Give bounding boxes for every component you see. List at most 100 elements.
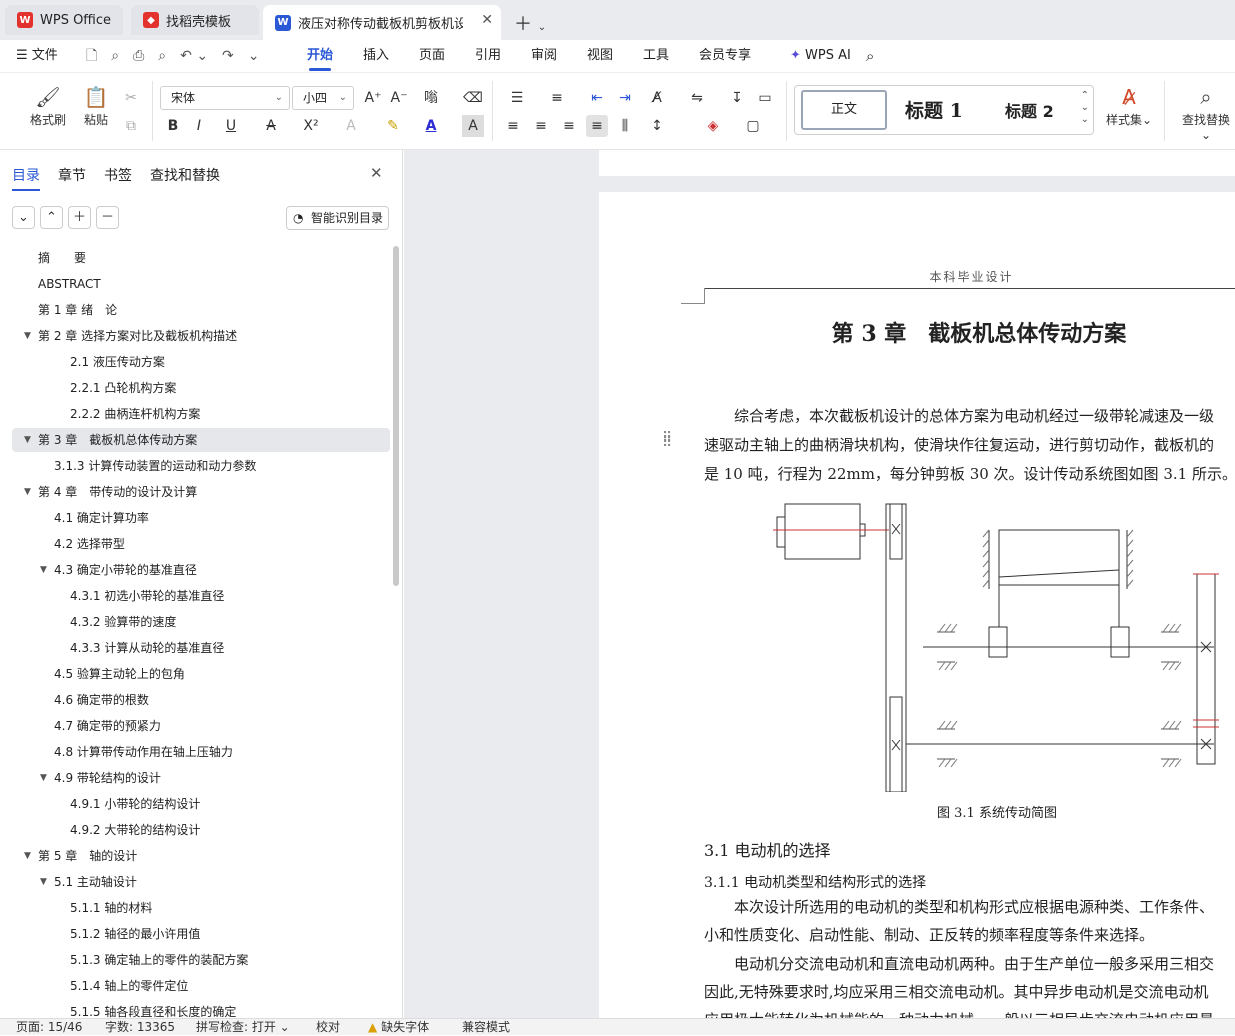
toc-item[interactable]: 2.2.2 曲柄连杆机构方案 [12,402,390,426]
toc-item[interactable]: ▼ 第 3 章 截板机总体传动方案 [12,428,390,452]
toc-item[interactable]: ▼ 第 5 章 轴的设计 [12,844,390,868]
menu-page[interactable]: 页面 [419,40,445,72]
numbered-list-icon[interactable]: ≡ [546,87,568,109]
word-count[interactable]: 字数: 13365 [105,1019,175,1036]
superscript-icon[interactable]: X² [300,115,322,137]
char-shading-icon[interactable]: A [462,115,484,137]
panel-tab-toc[interactable]: 目录 [12,165,40,191]
search-icon[interactable]: ⌕ [866,40,874,72]
toc-item[interactable]: 4.3.2 验算带的速度 [12,610,390,634]
toc-item[interactable]: ABSTRACT [12,272,390,296]
proofread[interactable]: 校对 [316,1019,340,1036]
paragraph-line[interactable]: 是 10 吨，行程为 22mm，每分钟剪板 30 次。设计传动系统图如图 3.1… [704,460,1235,489]
show-marks-icon[interactable]: ▭ [754,87,776,109]
menu-review[interactable]: 审阅 [531,40,557,72]
style-heading2[interactable]: 标题 2 [1005,98,1054,122]
toc-item[interactable]: 4.8 计算带传动作用在轴上压轴力 [12,740,390,764]
text-direction-icon[interactable]: ⇋ [686,87,708,109]
text-effect-icon[interactable]: A [340,115,362,137]
format-painter-button[interactable]: 🖌 格式刷 [28,83,68,128]
toc-item[interactable]: 4.3.3 计算从动轮的基准直径 [12,636,390,660]
menu-references[interactable]: 引用 [475,40,501,72]
toc-item[interactable]: ▼ 第 4 章 带传动的设计及计算 [12,480,390,504]
paragraph-line[interactable]: 电动机分交流电动机和直流电动机两种。由于生产单位一般多采用三相交 [704,950,1235,979]
toc-item[interactable]: 4.7 确定带的预紧力 [12,714,390,738]
expand-triangle-icon[interactable]: ▼ [40,870,47,894]
style-normal[interactable]: 正文 [801,90,887,130]
tab-current-document[interactable]: W 液压对称传动截板机剪板机设计 ✕ [263,5,501,40]
panel-tab-bookmarks[interactable]: 书签 [104,165,132,185]
toc-item[interactable]: ▼ 4.3 确定小带轮的基准直径 [12,558,390,582]
strikethrough-icon[interactable]: A [260,115,282,137]
clear-format-icon[interactable]: ⌫ [462,87,484,109]
phonetic-icon[interactable]: 嗡 [420,87,442,109]
close-icon[interactable]: ✕ [370,164,383,182]
collapse-down-icon[interactable]: ⌄ [12,206,35,229]
distribute-icon[interactable]: ⫼ [614,115,636,137]
toc-item[interactable]: 5.1.1 轴的材料 [12,896,390,920]
page-indicator[interactable]: 页面: 15/46 [16,1019,82,1036]
border-icon[interactable]: ▢ [742,115,764,137]
remove-heading-icon[interactable]: － [96,206,119,229]
italic-icon[interactable]: I [188,115,210,137]
increase-indent-icon[interactable]: ⇥ [614,87,636,109]
toc-item[interactable]: 第 1 章 绪 论 [12,298,390,322]
chinese-layout-icon[interactable]: A̸ [646,87,668,109]
menu-member[interactable]: 会员专享 [699,40,751,72]
toc-item[interactable]: 2.1 液压传动方案 [12,350,390,374]
bold-icon[interactable]: B [162,115,184,137]
toc-item[interactable]: 4.9.2 大带轮的结构设计 [12,818,390,842]
new-tab-button[interactable]: ＋ ⌄ [514,10,546,36]
wps-ai-icon[interactable]: ✦ WPS AI [790,40,851,72]
toc-item[interactable]: 4.6 确定带的根数 [12,688,390,712]
highlight-icon[interactable]: ✎ [382,115,404,137]
paste-button[interactable]: 📋 粘贴 [76,83,116,128]
menu-view[interactable]: 视图 [587,40,613,72]
align-center-icon[interactable]: ≡ [530,115,552,137]
expand-triangle-icon[interactable]: ▼ [24,480,31,504]
paragraph-line[interactable]: 综合考虑，本次截板机设计的总体方案为电动机经过一级带轮减速及一级 [704,402,1235,431]
tab-wps-office[interactable]: W WPS Office [5,5,123,35]
quick-access-icons[interactable]: 🗋 ⌕ ⎙ ⌕ ↶ ⌄ ↷ ⌄ [86,40,260,72]
smart-toc-button[interactable]: ◔ 智能识别目录 [286,206,389,230]
font-size-select[interactable]: 小四 ⌄ [292,86,354,110]
toc-item[interactable]: 5.1.2 轴径的最小许用值 [12,922,390,946]
line-spacing-icon[interactable]: ↕ [646,115,668,137]
sort-icon[interactable]: ↧ [726,87,748,109]
paragraph-line[interactable]: 本次设计所选用的电动机的类型和机构形式应根据电源种类、工作条件、 [704,893,1235,922]
style-heading1[interactable]: 标题 1 [905,96,963,123]
expand-triangle-icon[interactable]: ▼ [40,558,47,582]
toc-item[interactable]: 4.3.1 初选小带轮的基准直径 [12,584,390,608]
panel-tab-chapters[interactable]: 章节 [58,165,86,185]
paragraph-line[interactable]: 因此,无特殊要求时,均应采用三相交流电动机。其中异步电动机是交流电动机 [704,978,1235,1007]
style-gallery-scroll[interactable]: ⌃ ⌄ ⌄ [1081,90,1089,126]
find-replace-button[interactable]: ⌕ 查找替换⌄ [1178,83,1234,142]
decrease-indent-icon[interactable]: ⇤ [586,87,608,109]
toc-item[interactable]: ▼ 5.1 主动轴设计 [12,870,390,894]
file-menu[interactable]: ☰ 文件 [16,40,58,72]
panel-tab-find[interactable]: 查找和替换 [150,165,220,185]
toc-item[interactable]: ▼ 第 2 章 选择方案对比及截板机构描述 [12,324,390,348]
shading-icon[interactable]: ◈ [702,115,724,137]
spell-check[interactable]: 拼写检查: 打开 ⌄ [196,1019,290,1036]
collapse-up-icon[interactable]: ⌃ [40,206,63,229]
toc-item[interactable]: 5.1.3 确定轴上的零件的装配方案 [12,948,390,972]
toc-item[interactable]: 4.5 验算主动轮上的包角 [12,662,390,686]
toc-item[interactable]: 5.1.4 轴上的零件定位 [12,974,390,998]
align-left-icon[interactable]: ≡ [502,115,524,137]
underline-icon[interactable]: U [220,115,242,137]
section-heading[interactable]: 3.1 电动机的选择 [704,837,831,861]
paragraph-line[interactable]: 小和性质变化、启动性能、制动、正反转的频率程度等条件来选择。 [704,921,1235,950]
toc-item[interactable]: 3.1.3 计算传动装置的运动和动力参数 [12,454,390,478]
toc-item[interactable]: 2.2.1 凸轮机构方案 [12,376,390,400]
menu-tools[interactable]: 工具 [643,40,669,72]
expand-triangle-icon[interactable]: ▼ [24,844,31,868]
align-right-icon[interactable]: ≡ [558,115,580,137]
font-color-icon[interactable]: A [420,115,442,137]
copy-icon[interactable]: ⧉ [120,115,142,137]
expand-triangle-icon[interactable]: ▼ [24,428,31,452]
toc-item[interactable]: 4.2 选择带型 [12,532,390,556]
paragraph-line[interactable]: 应用极大能转化为机械能的一种动力机械，一般以三相异步交流电动机应用最 [704,1006,1235,1018]
drag-handle-icon[interactable]: ⠿ ⠿ [662,431,672,450]
missing-font[interactable]: ▲ 缺失字体 [368,1019,429,1036]
